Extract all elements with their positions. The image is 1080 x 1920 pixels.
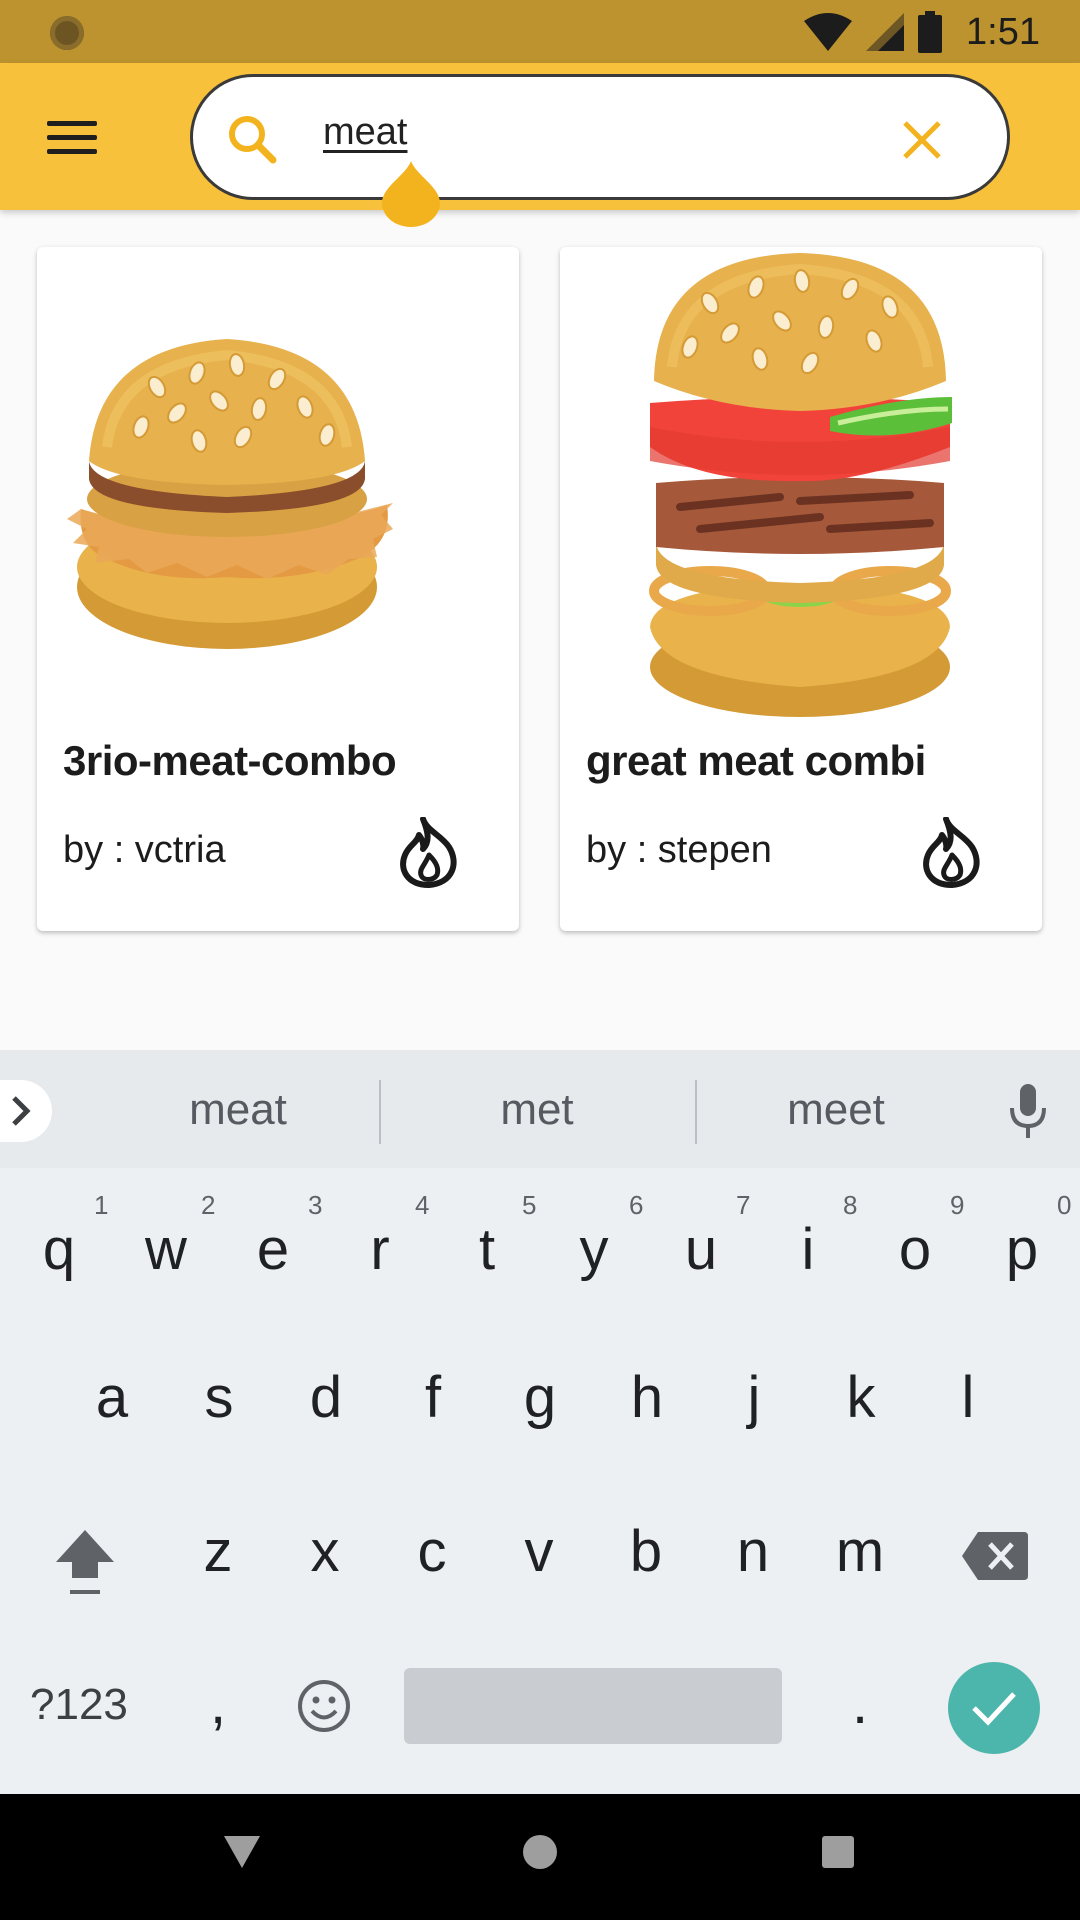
key-m[interactable]: m	[815, 1518, 905, 1585]
key-v[interactable]: v	[494, 1518, 584, 1585]
backspace-key[interactable]	[962, 1532, 1028, 1580]
key-b[interactable]: b	[601, 1518, 691, 1585]
key-hint: 2	[201, 1190, 216, 1220]
status-bar: 1:51	[0, 0, 1080, 63]
divider	[695, 1080, 697, 1144]
navigation-bar	[0, 1794, 1080, 1920]
check-icon	[972, 1692, 1016, 1726]
back-icon[interactable]	[222, 1834, 262, 1870]
recipe-card[interactable]: 3rio-meat-combo by : vctria	[37, 247, 519, 931]
key-z[interactable]: z	[173, 1518, 263, 1585]
key-u[interactable]: u	[656, 1216, 746, 1283]
home-icon[interactable]	[522, 1834, 558, 1870]
flame-icon[interactable]	[397, 817, 461, 889]
key-r[interactable]: r	[335, 1216, 425, 1283]
expand-toolbar-button[interactable]	[0, 1080, 52, 1142]
key-h[interactable]: h	[602, 1364, 692, 1431]
key-w[interactable]: w	[121, 1216, 211, 1283]
done-button[interactable]	[948, 1662, 1040, 1754]
suggestion-strip: meat met meet	[0, 1050, 1080, 1168]
key-x[interactable]: x	[280, 1518, 370, 1585]
key-l[interactable]: l	[923, 1364, 1013, 1431]
search-input[interactable]: meat	[323, 111, 407, 154]
recipe-title: great meat combi	[586, 737, 926, 784]
key-hint: 6	[629, 1190, 644, 1220]
key-n[interactable]: n	[708, 1518, 798, 1585]
key-c[interactable]: c	[387, 1518, 477, 1585]
app-bar: meat	[0, 63, 1080, 210]
key-hint: 5	[522, 1190, 537, 1220]
key-a[interactable]: a	[67, 1364, 157, 1431]
key-s[interactable]: s	[174, 1364, 264, 1431]
burger-image	[649, 253, 952, 717]
comma-key[interactable]: ,	[173, 1670, 263, 1737]
shift-key[interactable]	[52, 1526, 118, 1600]
key-y[interactable]: y	[549, 1216, 639, 1283]
key-j[interactable]: j	[709, 1364, 799, 1431]
key-hint: 3	[308, 1190, 323, 1220]
key-o[interactable]: o	[870, 1216, 960, 1283]
search-icon	[229, 116, 277, 164]
key-p[interactable]: p	[977, 1216, 1067, 1283]
key-hint: 0	[1057, 1190, 1072, 1220]
key-q[interactable]: q	[14, 1216, 104, 1283]
emoji-icon[interactable]	[296, 1678, 352, 1734]
microphone-icon[interactable]	[1008, 1082, 1048, 1140]
recipe-author: by : stepen	[586, 829, 772, 871]
cellular-signal-icon	[866, 13, 905, 51]
period-key[interactable]: .	[815, 1670, 905, 1737]
status-time: 1:51	[966, 10, 1040, 53]
search-field[interactable]: meat	[190, 74, 1010, 200]
clear-icon[interactable]	[897, 115, 947, 165]
text-cursor-handle[interactable]	[382, 161, 440, 227]
status-icons: 1:51	[804, 8, 1040, 56]
suggestion-item[interactable]: meat	[138, 1085, 338, 1135]
key-i[interactable]: i	[763, 1216, 853, 1283]
key-f[interactable]: f	[388, 1364, 478, 1431]
key-hint: 8	[843, 1190, 858, 1220]
recipe-author: by : vctria	[63, 829, 226, 871]
key-hint: 1	[94, 1190, 109, 1220]
key-t[interactable]: t	[442, 1216, 532, 1283]
recents-icon[interactable]	[822, 1836, 854, 1868]
chevron-right-icon	[12, 1096, 31, 1126]
wifi-icon	[804, 13, 853, 51]
key-hint: 7	[736, 1190, 751, 1220]
key-hint: 4	[415, 1190, 430, 1220]
recipe-title: 3rio-meat-combo	[63, 737, 397, 784]
recipe-card[interactable]: great meat combi by : stepen	[560, 247, 1042, 931]
keyboard: q1w2e3r4t5y6u7i8o9p0 asdfghjkl zxcvbnm ?…	[0, 1168, 1080, 1794]
key-hint: 9	[950, 1190, 965, 1220]
key-e[interactable]: e	[228, 1216, 318, 1283]
suggestion-item[interactable]: met	[437, 1085, 637, 1135]
symbols-key[interactable]: ?123	[30, 1680, 128, 1730]
key-k[interactable]: k	[816, 1364, 906, 1431]
battery-icon	[918, 11, 943, 53]
burger-image	[67, 339, 393, 649]
key-g[interactable]: g	[495, 1364, 585, 1431]
menu-button[interactable]	[40, 105, 104, 169]
divider	[379, 1080, 381, 1144]
notification-icon	[50, 16, 84, 50]
key-d[interactable]: d	[281, 1364, 371, 1431]
flame-icon[interactable]	[920, 817, 984, 889]
suggestion-item[interactable]: meet	[736, 1085, 936, 1135]
menu-icon	[47, 120, 97, 126]
space-key[interactable]	[404, 1668, 782, 1744]
